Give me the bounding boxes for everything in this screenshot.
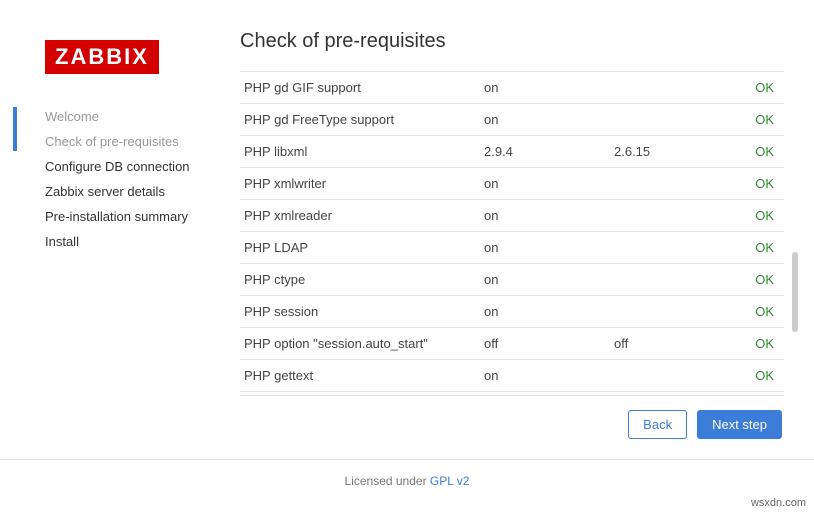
req-value: on (480, 264, 610, 296)
back-button[interactable]: Back (628, 410, 687, 439)
req-status: OK (710, 232, 784, 264)
req-name: PHP option "session.auto_start" (240, 328, 480, 360)
req-required (610, 264, 710, 296)
req-value: on (480, 296, 610, 328)
watermark: wsxdn.com (751, 497, 806, 509)
nav-install[interactable]: Install (45, 229, 210, 254)
req-status: OK (710, 328, 784, 360)
nav-preinstall-summary[interactable]: Pre-installation summary (45, 204, 210, 229)
next-step-button[interactable]: Next step (697, 410, 782, 439)
req-name: PHP gd FreeType support (240, 104, 480, 136)
req-status: OK (710, 264, 784, 296)
req-required (610, 72, 710, 104)
table-row: PHP option "session.auto_start"offoffOK (240, 328, 784, 360)
req-value: off (480, 328, 610, 360)
nav-prerequisites[interactable]: Check of pre-requisites (45, 129, 210, 154)
req-value: on (480, 104, 610, 136)
sidebar: ZABBIX Welcome Check of pre-requisites C… (0, 0, 230, 459)
logo: ZABBIX (45, 40, 159, 74)
req-status: OK (710, 200, 784, 232)
table-row: PHP ctypeon OK (240, 264, 784, 296)
table-row: PHP xmlwriteron OK (240, 168, 784, 200)
page-title: Check of pre-requisites (240, 30, 784, 53)
active-indicator (13, 107, 17, 151)
button-row: Back Next step (240, 396, 784, 439)
req-required (610, 232, 710, 264)
req-value: on (480, 168, 610, 200)
req-status: OK (710, 168, 784, 200)
license-link[interactable]: GPL v2 (430, 474, 470, 488)
nav-welcome[interactable]: Welcome (45, 104, 210, 129)
nav-server-details[interactable]: Zabbix server details (45, 179, 210, 204)
req-required (610, 168, 710, 200)
req-value: on (480, 200, 610, 232)
nav-configure-db[interactable]: Configure DB connection (45, 154, 210, 179)
table-row: PHP gd FreeType supporton OK (240, 104, 784, 136)
req-required (610, 200, 710, 232)
req-status: OK (710, 104, 784, 136)
nav-list: Welcome Check of pre-requisites Configur… (45, 104, 210, 254)
table-row: PHP LDAPon OK (240, 232, 784, 264)
req-name: PHP gettext (240, 360, 480, 392)
table-row: PHP xmlreaderon OK (240, 200, 784, 232)
table-row: PHP sessionon OK (240, 296, 784, 328)
req-required (610, 360, 710, 392)
table-row: PHP gettexton OK (240, 360, 784, 392)
req-status: OK (710, 296, 784, 328)
req-value: 2.9.4 (480, 136, 610, 168)
req-status: OK (710, 360, 784, 392)
req-value: on (480, 360, 610, 392)
footer-prefix: Licensed under (345, 474, 430, 488)
req-name: PHP ctype (240, 264, 480, 296)
main-content: Check of pre-requisites PHP gd GIF suppo… (230, 0, 814, 459)
req-status: OK (710, 136, 784, 168)
req-name: PHP LDAP (240, 232, 480, 264)
req-name: PHP gd GIF support (240, 72, 480, 104)
req-required (610, 296, 710, 328)
requirements-table-wrap[interactable]: PHP gd GIF supportonOKPHP gd FreeType su… (240, 71, 784, 396)
req-value: on (480, 72, 610, 104)
req-required: off (610, 328, 710, 360)
footer: Licensed under GPL v2 (0, 460, 814, 502)
req-status: OK (710, 72, 784, 104)
requirements-table: PHP gd GIF supportonOKPHP gd FreeType su… (240, 71, 784, 396)
req-value: on (480, 232, 610, 264)
req-name: PHP session (240, 296, 480, 328)
scrollbar[interactable] (792, 252, 798, 332)
req-required: 2.6.15 (610, 136, 710, 168)
req-required (610, 104, 710, 136)
req-name: PHP xmlwriter (240, 168, 480, 200)
req-name: PHP xmlreader (240, 200, 480, 232)
table-row: PHP gd GIF supporton OK (240, 72, 784, 104)
req-name: PHP libxml (240, 136, 480, 168)
table-row: PHP libxml2.9.42.6.15OK (240, 136, 784, 168)
